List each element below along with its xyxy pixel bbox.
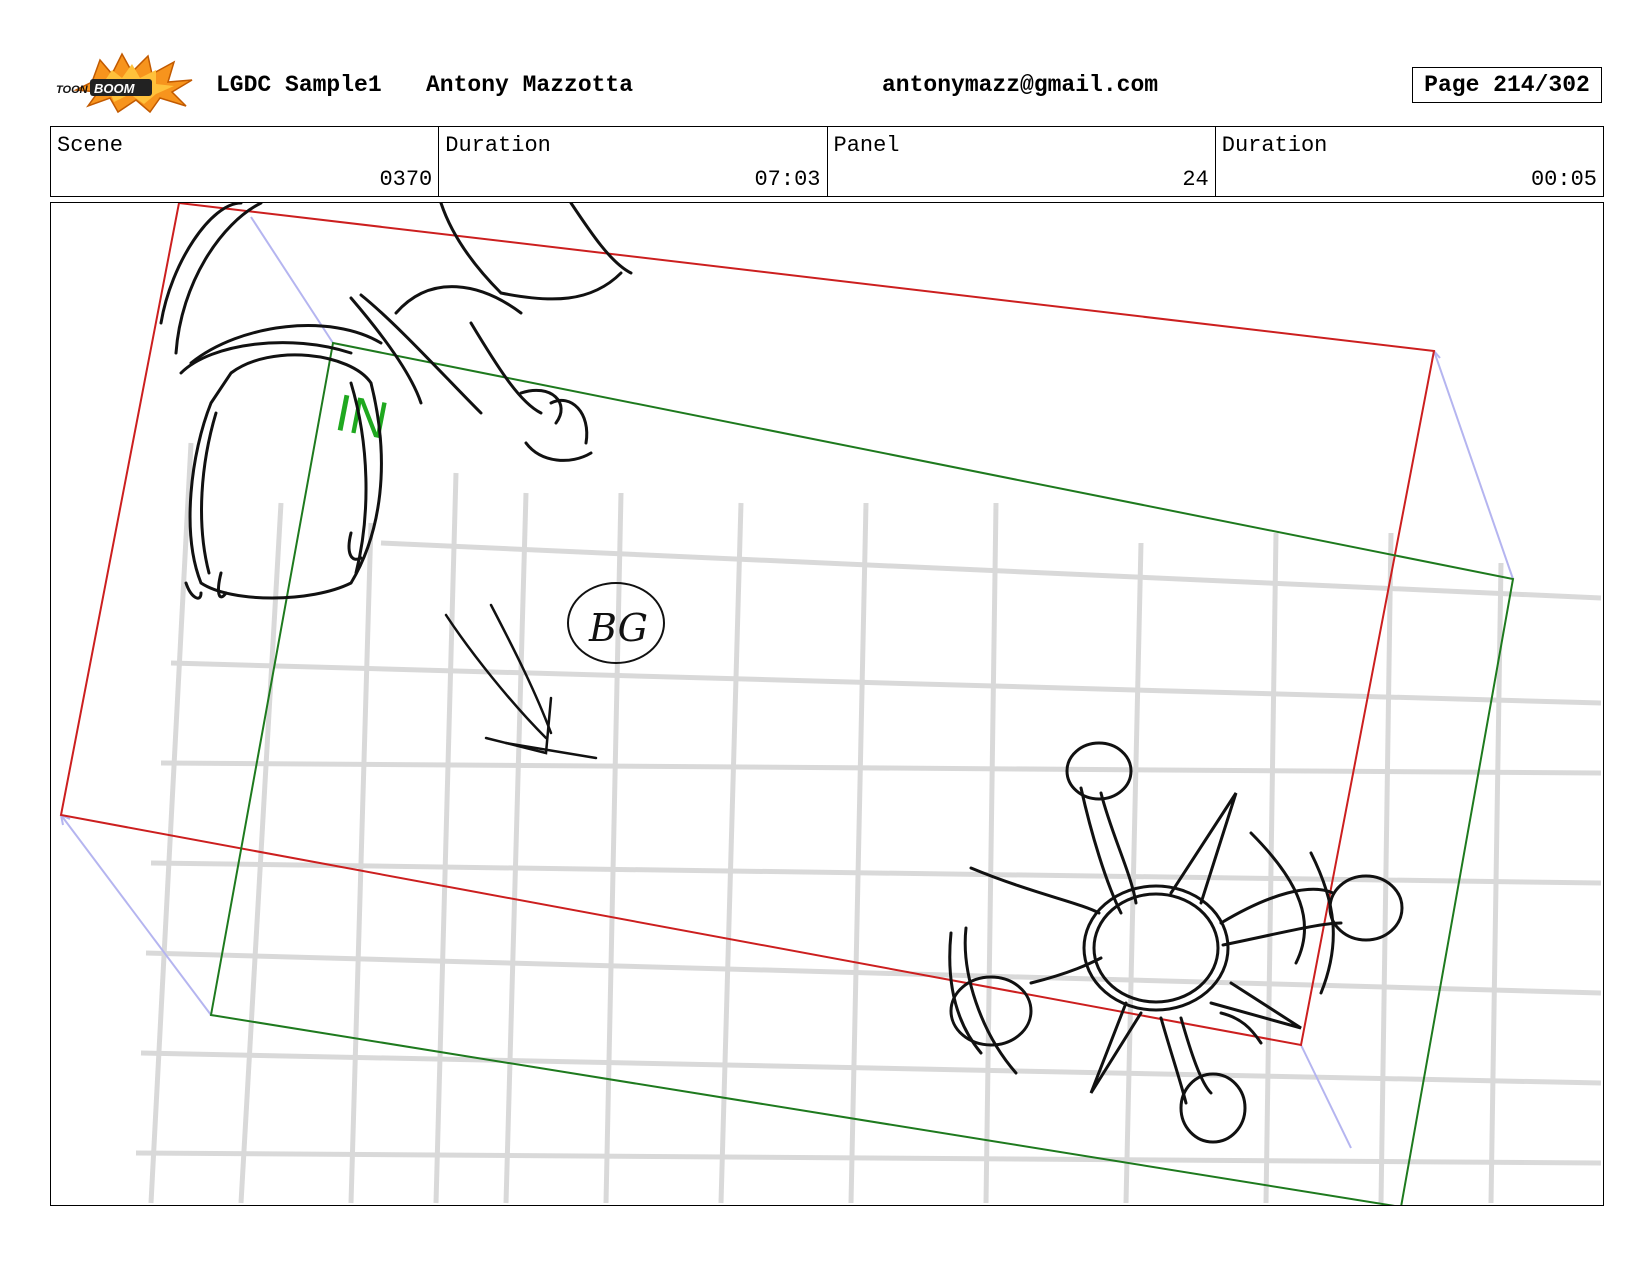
panel-value: 24 — [1182, 167, 1209, 192]
panel-info-table: Scene 0370 Duration 07:03 Panel 24 Durat… — [50, 126, 1604, 197]
scene-duration-cell: Duration 07:03 — [439, 127, 828, 196]
scene-label: Scene — [57, 133, 124, 158]
svg-text:TOON: TOON — [56, 84, 89, 96]
panel-cell: Panel 24 — [828, 127, 1216, 196]
panel-duration-value: 00:05 — [1530, 167, 1597, 192]
scene-duration-label: Duration — [445, 133, 551, 158]
panel-duration-cell: Duration 00:05 — [1216, 127, 1603, 196]
scene-value: 0370 — [379, 167, 433, 192]
panel-duration-label: Duration — [1221, 133, 1328, 158]
svg-text:BOOM: BOOM — [94, 81, 136, 96]
project-title: LGDC Sample1 — [216, 72, 382, 98]
background-grid — [135, 442, 1602, 1204]
panel-label: Panel — [833, 133, 900, 158]
panel-drawing: IN BG — [59, 203, 1602, 1205]
scene-cell: Scene 0370 — [51, 127, 440, 196]
author-email: antonymazz@gmail.com — [882, 72, 1159, 98]
character-sketch — [159, 203, 633, 600]
spiky-object-sketch — [948, 741, 1404, 1144]
bg-note-label: BG — [588, 606, 648, 650]
author-name: Antony Mazzotta — [426, 72, 634, 98]
scene-duration-value: 07:03 — [754, 167, 821, 192]
page-number: Page 214/302 — [1412, 67, 1602, 103]
toonboom-logo: TOON BOOM — [56, 52, 193, 114]
storyboard-panel: IN BG — [50, 202, 1604, 1206]
